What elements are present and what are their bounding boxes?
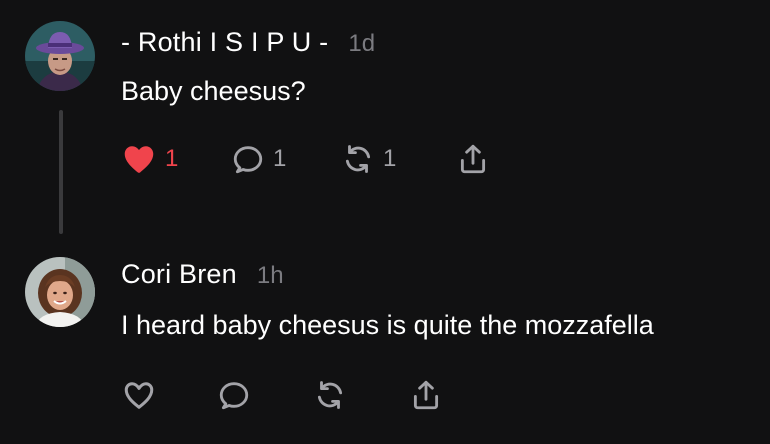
repost-button[interactable]: 1 — [341, 139, 456, 179]
author-name[interactable]: Cori Bren — [121, 259, 237, 290]
reply-button[interactable] — [217, 375, 313, 415]
repost-icon — [341, 142, 375, 176]
comment-icon — [231, 142, 265, 176]
repost-count: 1 — [383, 145, 397, 172]
reply-button[interactable]: 1 — [231, 139, 341, 179]
post-text: I heard baby cheesus is quite the mozzaf… — [121, 310, 654, 340]
reply-count: 1 — [273, 145, 287, 172]
avatar[interactable] — [25, 257, 95, 327]
thread: - Rothi I S I P U - 1d Baby cheesus? 1 1… — [0, 0, 770, 444]
timestamp[interactable]: 1h — [257, 262, 284, 290]
like-button[interactable] — [121, 375, 217, 415]
heart-icon — [121, 141, 157, 177]
share-button[interactable] — [409, 375, 443, 415]
post: Cori Bren 1h I heard baby cheesus is qui… — [0, 240, 770, 444]
share-button[interactable] — [456, 139, 490, 179]
post-text: Baby cheesus? — [121, 76, 306, 106]
action-bar: 1 1 1 — [121, 139, 490, 179]
avatar[interactable] — [25, 21, 95, 91]
repost-icon — [313, 378, 347, 412]
like-count: 1 — [165, 145, 179, 172]
comment-icon — [217, 378, 251, 412]
post: - Rothi I S I P U - 1d Baby cheesus? 1 1… — [0, 0, 770, 240]
post-header: - Rothi I S I P U - 1d — [121, 27, 375, 58]
timestamp[interactable]: 1d — [348, 30, 375, 58]
heart-icon — [121, 377, 157, 413]
post-header: Cori Bren 1h — [121, 259, 284, 290]
action-bar — [121, 375, 443, 415]
author-name[interactable]: - Rothi I S I P U - — [121, 27, 328, 58]
repost-button[interactable] — [313, 375, 409, 415]
like-button[interactable]: 1 — [121, 139, 231, 179]
thread-connector — [59, 110, 63, 234]
share-icon — [456, 142, 490, 176]
share-icon — [409, 378, 443, 412]
